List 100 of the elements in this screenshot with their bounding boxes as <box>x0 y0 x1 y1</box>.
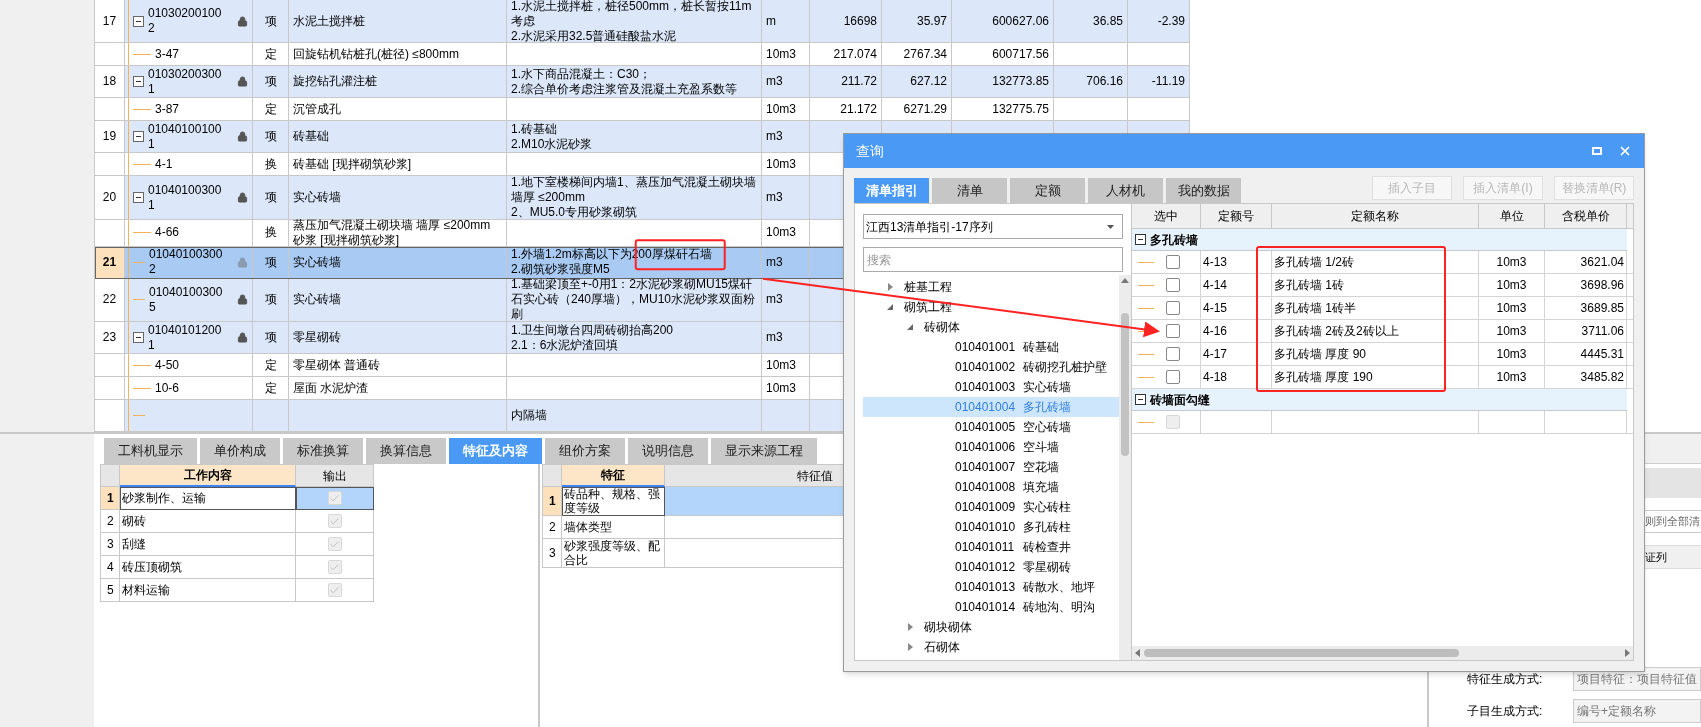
checkbox-cell[interactable] <box>296 510 375 533</box>
tab[interactable]: 换算信息 <box>366 438 447 464</box>
checkbox[interactable] <box>1166 370 1180 384</box>
tab[interactable]: 人材机 <box>1088 178 1163 203</box>
unit-text: 10m3 <box>766 380 797 396</box>
tab[interactable]: 显示来源工程 <box>711 438 818 464</box>
scroll-thumb[interactable] <box>1121 313 1129 456</box>
table-cell[interactable]: 砌砖 <box>120 510 297 533</box>
tree-item[interactable]: 010401001 砖基础 <box>863 337 1119 357</box>
tree-item[interactable]: 石砌体 <box>863 637 1119 657</box>
tree-label: 实心砖墙 <box>1023 379 1071 396</box>
unit-text: m3 <box>766 74 783 90</box>
tree-item[interactable]: 010401013 砖散水、地坪 <box>863 577 1119 597</box>
checkbox-cell[interactable] <box>296 556 375 579</box>
code-text: 3-87 <box>155 100 181 118</box>
collapse-icon[interactable] <box>1135 234 1146 245</box>
tab[interactable]: 组价方案 <box>545 438 626 464</box>
vertical-scrollbar[interactable] <box>1119 275 1131 660</box>
price-text: 4445.31 <box>1580 346 1624 363</box>
tree-item[interactable]: 010401014 砖地沟、明沟 <box>863 597 1119 617</box>
table-cell[interactable]: 砂浆强度等级、配合比 <box>562 539 666 568</box>
tab[interactable]: 我的数据 <box>1166 178 1241 203</box>
quota-name: 多孔砖墙 厚度 190 <box>1274 369 1373 386</box>
search-field[interactable]: 搜索 <box>863 247 1123 272</box>
checkbox-cell[interactable] <box>296 487 375 510</box>
table-cell[interactable]: 刮缝 <box>120 533 297 556</box>
table-cell[interactable]: 砂浆制作、运输 <box>120 487 297 510</box>
name-text: 实心砖墙 <box>293 254 341 270</box>
checkbox[interactable] <box>1166 301 1180 315</box>
table-cell[interactable]: 材料运输 <box>120 579 297 602</box>
name-text: 实心砖墙 <box>293 190 341 206</box>
quantity-text: 211.72 <box>841 74 877 90</box>
group-row[interactable]: 砖墙面勾缝 <box>1132 389 1627 411</box>
name-text: 沉管成孔 <box>293 101 341 117</box>
collapse-icon[interactable] <box>1135 394 1146 405</box>
table-row[interactable]: 18 010302003001 项 旋挖钻孔灌注桩 1.水下商品混凝土：C30； 2.综合单价考虑注浆管及混凝土充盈系数等 m3 211.72 627.12 132773.85 706.16 -11.19 <box>95 66 1190 99</box>
collapse-icon[interactable] <box>133 131 144 143</box>
table-row[interactable]: 3-47 定 回旋钻机钻桩孔(桩径) ≤800mm 10m3 217.074 2767.34 600717.56 <box>95 43 1190 67</box>
code-text: 010302003001 <box>148 65 223 98</box>
tree-item[interactable]: 010401003 实心砖墙 <box>863 377 1119 397</box>
close-icon[interactable] <box>1618 144 1632 158</box>
scroll-left-icon[interactable] <box>1135 649 1140 657</box>
table-cell[interactable]: 砖品种、规格、强度等级 <box>562 487 666 516</box>
column-header: 特征 <box>562 464 666 487</box>
row-number: 19 <box>102 129 117 145</box>
name-text: 零星砌砖 <box>293 330 341 345</box>
tree-item[interactable]: 010401009 实心砖柱 <box>863 497 1119 517</box>
total-text: 600627.06 <box>992 13 1049 29</box>
tree-item[interactable]: 010401006 空斗墙 <box>863 437 1119 457</box>
tab[interactable]: 工料机显示 <box>104 438 198 464</box>
checkbox[interactable] <box>1166 278 1180 292</box>
name-text: 砖基础 <box>293 129 329 145</box>
tab[interactable]: 单价构成 <box>200 438 281 464</box>
unit-text: 10m3 <box>766 156 797 172</box>
collapse-triangle-icon[interactable] <box>907 323 914 331</box>
maximize-icon[interactable] <box>1592 147 1602 155</box>
type-text: 项 <box>264 129 277 145</box>
table-row[interactable]: 17 010302001002 项 水泥土搅拌桩 1.水泥土搅拌桩，桩径500mm，桩长暂按11m考虑 2.水泥采用32.5普通硅酸盐水泥 m 16698 35.97 600627.06 36.85 -2.39 <box>95 0 1190 44</box>
type-text: 定 <box>264 357 277 373</box>
name-text: 零星砌体 普通砖 <box>293 357 381 373</box>
tab[interactable]: 标准换算 <box>283 438 364 464</box>
expand-triangle-icon[interactable] <box>907 643 914 651</box>
collapse-icon[interactable] <box>133 76 144 88</box>
code-text: 10-6 <box>155 379 181 397</box>
table-cell[interactable]: 墙体类型 <box>562 516 666 539</box>
collapse-icon[interactable] <box>133 192 144 204</box>
tab[interactable]: 清单 <box>932 178 1007 203</box>
horizontal-scrollbar[interactable] <box>1132 646 1633 660</box>
tab[interactable]: 说明信息 <box>628 438 709 464</box>
name-text: 蒸压加气混凝土砌块墙 墙厚 ≤200mm 砂浆 [现拌砌筑砂浆] <box>293 217 492 248</box>
collapse-triangle-icon[interactable] <box>887 303 894 311</box>
scroll-right-icon[interactable] <box>1625 649 1630 657</box>
group-row[interactable]: 多孔砖墙 <box>1132 229 1627 251</box>
expand-triangle-icon[interactable] <box>887 283 894 291</box>
type-text: 项 <box>264 254 277 270</box>
tree-item[interactable]: 砌块砌体 <box>863 617 1119 637</box>
tree-item[interactable]: 010401012 零星砌砖 <box>863 557 1119 577</box>
checkbox-cell[interactable] <box>296 533 375 556</box>
library-dropdown[interactable]: 江西13清单指引-17序列 <box>863 214 1123 239</box>
checkbox-cell[interactable] <box>296 579 375 602</box>
tree-item[interactable]: 桩基工程 <box>863 277 1119 297</box>
checkbox[interactable] <box>1166 324 1180 338</box>
checkbox[interactable] <box>1166 255 1180 269</box>
setting-field[interactable]: 编号+定额名称 <box>1573 699 1701 723</box>
tree-item[interactable]: 010401002 砖砌挖孔桩护壁 <box>863 357 1119 377</box>
collapse-icon[interactable] <box>133 15 144 27</box>
unit-text: m3 <box>766 254 783 270</box>
collapse-icon[interactable] <box>133 332 144 343</box>
scroll-thumb[interactable] <box>1144 649 1459 657</box>
feature-text: 1.卫生间墩台四周砖砌抬高200 <box>511 322 674 338</box>
quota-code: 4-16 <box>1203 323 1228 340</box>
table-cell[interactable]: 砖压顶砌筑 <box>120 556 297 579</box>
tree-item[interactable]: 010401010 多孔砖柱 <box>863 517 1119 537</box>
tab[interactable]: 定额 <box>1010 178 1085 203</box>
tree-item[interactable]: 010401011 砖检查井 <box>863 537 1119 557</box>
expand-triangle-icon[interactable] <box>907 623 914 631</box>
total-text: 132773.85 <box>992 74 1049 90</box>
checkbox[interactable] <box>1166 347 1180 361</box>
tree-code: 010401014 <box>955 599 1013 616</box>
table-row[interactable]: 3-87 定 沉管成孔 10m3 21.172 6271.29 132775.75 <box>95 98 1190 122</box>
